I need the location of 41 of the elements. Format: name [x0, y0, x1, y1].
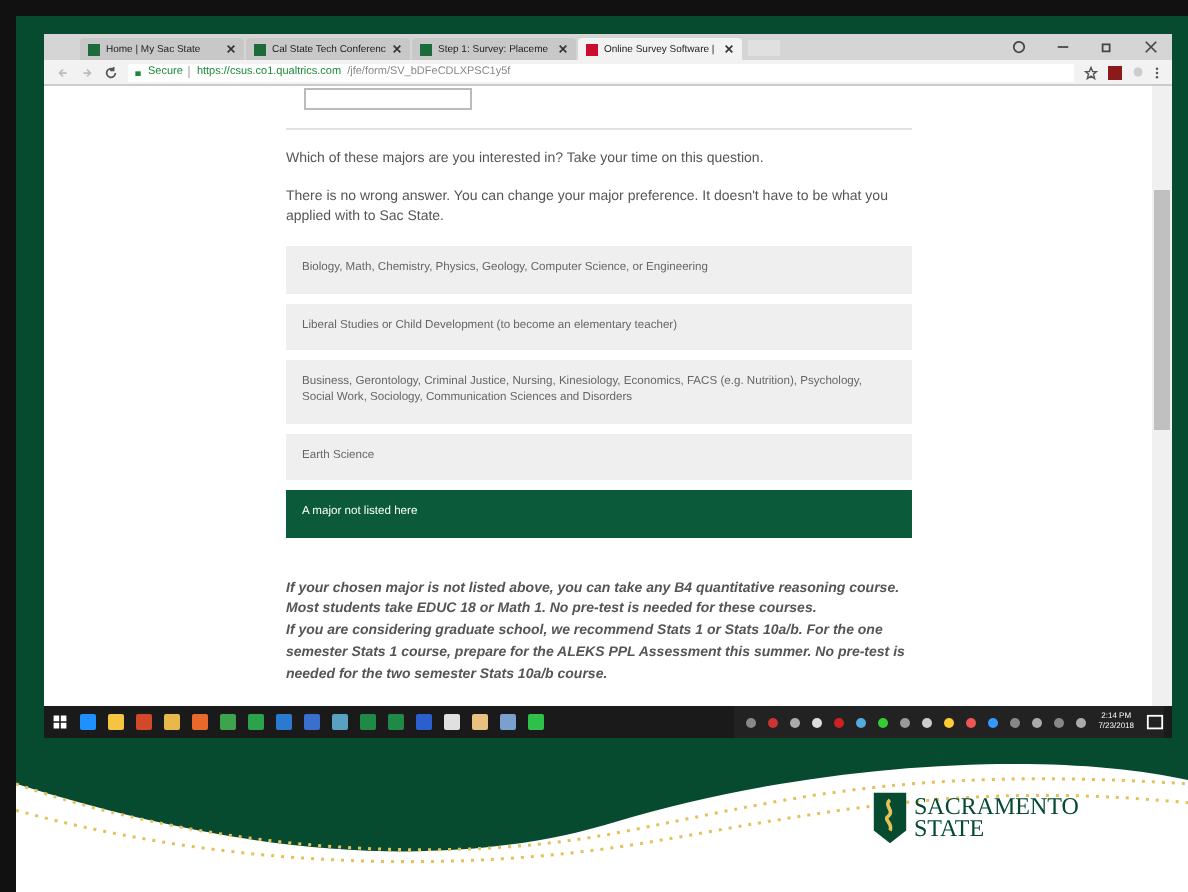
app-tile-icon[interactable]	[80, 714, 96, 730]
app-tile-icon[interactable]	[248, 714, 264, 730]
star-icon[interactable]	[1084, 65, 1098, 79]
app-tile-icon[interactable]	[444, 714, 460, 730]
logo-text: SACRAMENTO	[914, 795, 1079, 818]
restore-icon[interactable]	[1100, 40, 1114, 54]
app-tile-icon[interactable]	[528, 714, 544, 730]
app-tile-icon[interactable]	[472, 714, 488, 730]
app-tile-icon[interactable]	[192, 714, 208, 730]
app-tile-icon[interactable]	[164, 714, 180, 730]
app-tile-icon[interactable]	[332, 714, 348, 730]
close-icon[interactable]	[226, 44, 236, 54]
app-tile-icon[interactable]	[276, 714, 292, 730]
close-icon[interactable]	[392, 44, 402, 54]
app-tile-icon[interactable]	[360, 714, 376, 730]
logo-text: STATE	[914, 818, 985, 841]
favicon-icon	[420, 43, 432, 55]
lock-icon	[134, 68, 142, 76]
account-icon[interactable]	[1012, 40, 1026, 54]
start-icon[interactable]	[52, 714, 68, 730]
logo-icon	[872, 790, 908, 846]
favicon-icon	[88, 43, 100, 55]
app-tile-icon[interactable]	[136, 714, 152, 730]
scroll-thumb[interactable]	[1154, 190, 1170, 430]
favicon-icon	[586, 43, 598, 55]
app-tile-icon[interactable]	[220, 714, 236, 730]
app-tile-icon[interactable]	[304, 714, 320, 730]
app-tile-icon[interactable]	[416, 714, 432, 730]
app-tile-icon[interactable]	[500, 714, 516, 730]
close-icon[interactable]	[558, 44, 568, 54]
notification-icon[interactable]	[1146, 713, 1164, 731]
reload-icon[interactable]	[104, 65, 118, 79]
close-icon[interactable]	[1144, 40, 1158, 54]
app-tile-icon[interactable]	[388, 714, 404, 730]
close-icon[interactable]	[724, 44, 734, 54]
text-field[interactable]	[304, 88, 472, 110]
favicon-icon	[254, 43, 266, 55]
minimize-icon[interactable]	[1056, 40, 1070, 54]
app-tile-icon[interactable]	[108, 714, 124, 730]
scrollbar[interactable]	[1152, 86, 1172, 706]
menu-icon[interactable]	[1154, 65, 1160, 79]
